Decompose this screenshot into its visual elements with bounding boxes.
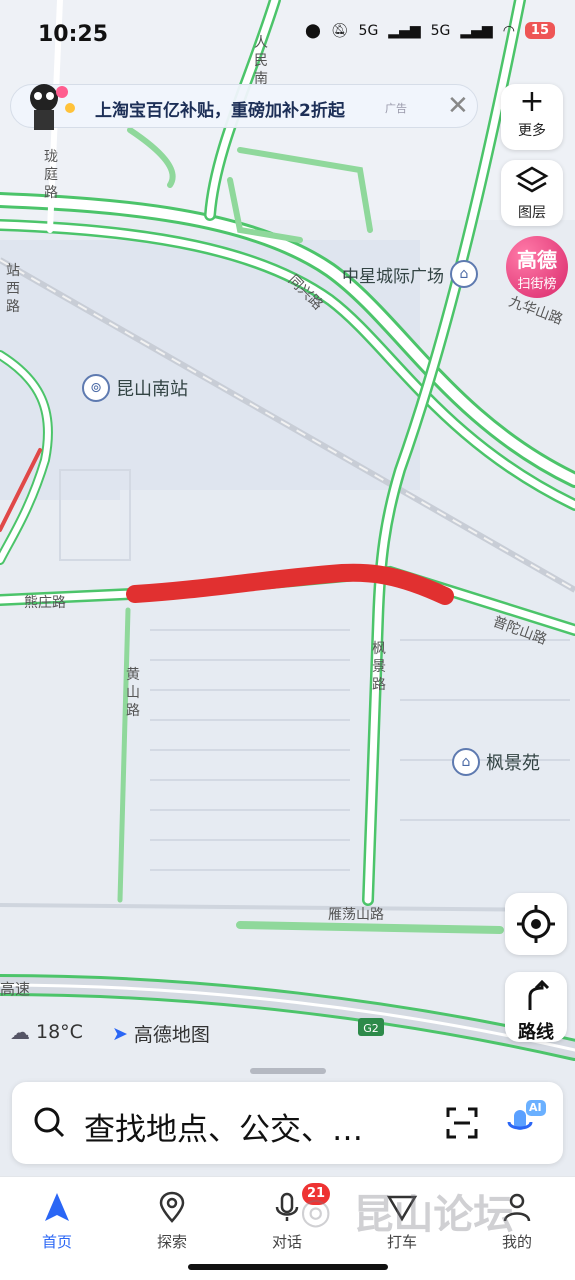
signal-2-label: 5G [430,22,451,39]
more-button[interactable]: + 更多 [501,84,563,150]
navigation-arrow-icon [45,1193,69,1221]
tab-home[interactable]: 首页 [17,1191,97,1252]
tab-label: 探索 [156,1233,187,1251]
weather-widget[interactable]: ☁ 18°C [10,1020,83,1044]
mute-icon: 🔕︎ [330,22,349,39]
signal-2-icon: ▂▄▆ [460,22,493,39]
watermark-text: 昆山论坛 [353,1192,514,1238]
signal-1-label: 5G [358,22,379,39]
cloud-icon: ☁ [10,1020,30,1044]
ai-badge: AI [529,1101,542,1114]
map-pin-icon [159,1191,185,1223]
poi-label: 昆山南站 [116,379,188,400]
layers-icon [515,166,549,193]
promo-banner-text: 上淘宝百亿补贴，重磅加补2折起 [95,101,345,121]
status-bar: 10:25 ⬤ 🔕︎ 5G ▂▄▆ 5G ▂▄▆ ◠ 15 [0,0,575,70]
close-icon[interactable]: ✕ [447,91,469,121]
crosshair-icon [517,905,555,943]
poi-label: 枫景苑 [486,753,540,774]
brand-label: ➤ 高德地图 [112,1020,210,1047]
ad-tag: 广告 [385,102,407,115]
watermark-logo-icon: ◎ [300,1190,332,1232]
more-label: 更多 [518,123,546,139]
rank-title: 高德 [517,248,557,272]
road-label-yandangshan: 雁荡山路 [328,907,384,923]
plus-icon: + [519,84,545,119]
road-label-gaosu: 高速 [0,980,31,998]
search-icon [34,1107,65,1138]
train-station-icon: ⊚ [82,374,110,402]
rank-badge[interactable]: 高德 扫街榜 [506,236,568,298]
battery-indicator: 15 [524,22,555,39]
search-bar[interactable]: 查找地点、公交、… AI [12,1082,563,1164]
location-icon: ⬤ [305,22,321,39]
microphone-icon [275,1192,299,1221]
poi-zhongxing[interactable]: 中星城际广场 ⌂ [342,260,478,288]
g2-shield-label: G2 [363,1022,379,1035]
signal-1-icon: ▂▄▆ [388,22,421,39]
scan-icon[interactable] [442,1103,482,1143]
tab-explore[interactable]: 探索 [132,1191,212,1252]
status-icons: ⬤ 🔕︎ 5G ▂▄▆ 5G ▂▄▆ ◠ 15 [305,22,555,39]
road-label-huangshan: 黄山路 [126,667,140,719]
temperature: 18°C [36,1021,83,1043]
watermark: ◎ 昆山论坛 [300,1182,513,1240]
route-label: 路线 [518,1022,554,1043]
search-input[interactable]: 查找地点、公交、… [84,1104,363,1149]
status-time: 10:25 [38,22,109,47]
promo-banner[interactable]: 上淘宝百亿补贴，重磅加补2折起 广告 ✕ [10,84,478,128]
sheet-handle[interactable] [250,1068,326,1074]
poi-fengjingyuan[interactable]: ⌂ 枫景苑 [452,748,540,776]
road-label-xiongzhuang: 熊庄路 [24,595,66,611]
building-icon: ⌂ [450,260,478,288]
road-label-zhanxi: 站西路 [6,263,20,315]
route-arrow-icon [528,979,550,1010]
mascot-icon [30,84,75,130]
poi-label: 中星城际广场 [342,266,444,287]
layers-label: 图层 [518,205,546,221]
brand-name: 高德地图 [133,1024,210,1046]
road-label-fengjing: 枫景路 [372,641,386,693]
gaode-logo-icon: ➤ [112,1022,128,1045]
layers-button[interactable]: 图层 [501,160,563,226]
poi-kunshan-south[interactable]: ⊚ 昆山南站 [82,374,188,402]
road-label-longting: 珑庭路 [44,149,58,201]
home-indicator [188,1264,388,1270]
tab-label: 首页 [41,1233,72,1251]
building-icon: ⌂ [452,748,480,776]
wifi-icon: ◠ [502,22,515,39]
rank-sub: 扫街榜 [517,277,557,292]
locate-button[interactable] [505,893,567,955]
route-button[interactable]: 路线 [505,972,567,1043]
